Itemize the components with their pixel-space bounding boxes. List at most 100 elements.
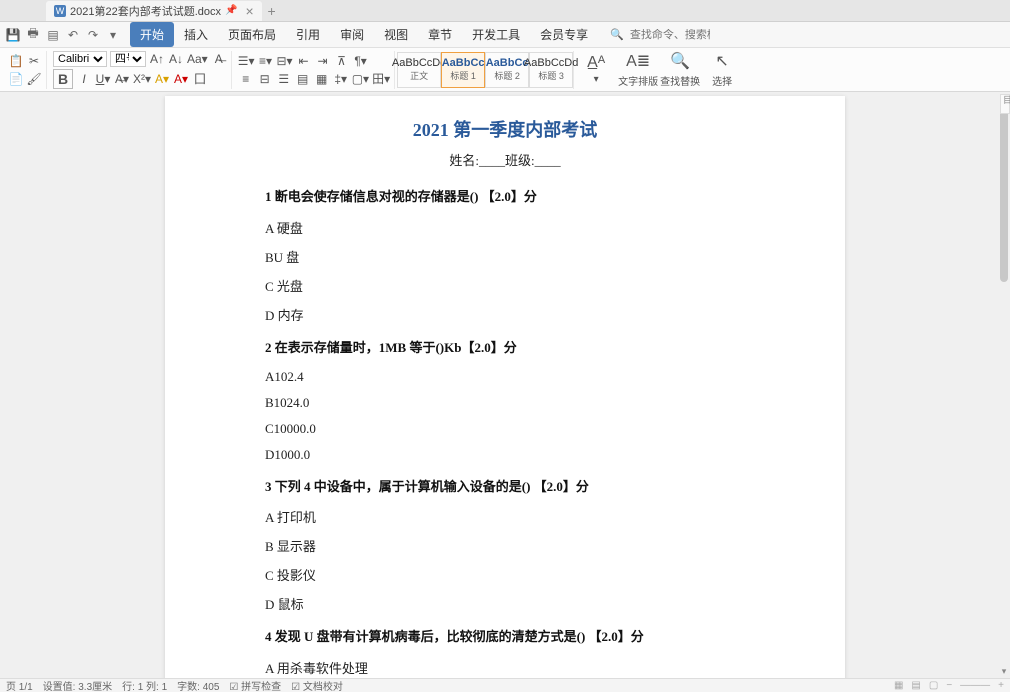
font-size-select[interactable]: 四号: [110, 51, 146, 67]
zoom-slider[interactable]: ———: [960, 680, 990, 691]
status-page[interactable]: 页 1/1: [6, 678, 33, 693]
multilevel-button[interactable]: ⊟▾: [276, 53, 292, 69]
decrease-indent-button[interactable]: ⇤: [296, 53, 312, 69]
question-title[interactable]: 4 发现 U 盘带有计算机病毒后，比较彻底的清楚方式是() 【2.0】分: [265, 627, 745, 648]
strikethrough-button[interactable]: A̶▾: [114, 71, 130, 87]
close-icon[interactable]: ×: [245, 3, 253, 19]
menu-tab-1[interactable]: 插入: [174, 22, 218, 47]
underline-button[interactable]: U▾: [95, 71, 111, 87]
menu-tab-8[interactable]: 会员专享: [530, 22, 598, 47]
align-right-button[interactable]: ☰: [276, 71, 292, 87]
style-1[interactable]: AaBbCc标题 1: [441, 52, 485, 88]
status-spellcheck[interactable]: ☑ 拼写检查: [229, 678, 281, 693]
zoom-out-icon[interactable]: −: [946, 680, 952, 691]
highlight-button[interactable]: A▾: [154, 71, 170, 87]
font-name-select[interactable]: Calibri: [53, 51, 107, 67]
search-input[interactable]: [630, 29, 710, 41]
question-option[interactable]: C 光盘: [265, 276, 745, 295]
document-subtitle[interactable]: 姓名:____班级:____: [265, 150, 745, 169]
scroll-thumb[interactable]: [1000, 102, 1008, 282]
document-area[interactable]: 2021 第一季度内部考试 姓名:____班级:____ 1 断电会使存储信息对…: [0, 92, 1010, 678]
border-button[interactable]: 田▾: [372, 71, 390, 87]
question-option[interactable]: B 显示器: [265, 536, 745, 555]
paste-icon[interactable]: 📋: [8, 53, 24, 69]
copy-icon[interactable]: 📄: [8, 71, 24, 87]
style-2[interactable]: AaBbCc标题 2: [485, 52, 529, 88]
redo-icon[interactable]: ↷: [84, 26, 102, 44]
view-mode-icon[interactable]: ▦: [894, 680, 903, 691]
select-button[interactable]: ↖ 选择: [702, 51, 742, 89]
style-3[interactable]: AaBbCcDd标题 3: [529, 52, 573, 88]
menu-tab-5[interactable]: 视图: [374, 22, 418, 47]
page[interactable]: 2021 第一季度内部考试 姓名:____班级:____ 1 断电会使存储信息对…: [165, 96, 845, 678]
add-tab-button[interactable]: +: [262, 3, 282, 19]
superscript-button[interactable]: X²▾: [133, 71, 151, 87]
cut-icon[interactable]: ✂: [26, 53, 42, 69]
pin-icon[interactable]: 📌: [225, 5, 237, 16]
line-spacing-button[interactable]: ‡▾: [333, 71, 349, 87]
menu-tab-3[interactable]: 引用: [286, 22, 330, 47]
status-doccheck[interactable]: ☑ 文档校对: [291, 678, 343, 693]
cursor-icon: ↖: [715, 51, 728, 71]
align-center-button[interactable]: ⊟: [257, 71, 273, 87]
web-mode-icon[interactable]: ▢: [929, 680, 938, 691]
scroll-down-icon[interactable]: ▾: [998, 666, 1010, 678]
question-option[interactable]: A 打印机: [265, 507, 745, 526]
clear-format-icon[interactable]: A̶: [211, 51, 227, 67]
zoom-in-icon[interactable]: +: [998, 680, 1004, 691]
italic-button[interactable]: I: [76, 71, 92, 87]
status-line[interactable]: 行: 1 列: 1: [122, 678, 167, 693]
grow-font-icon[interactable]: A↑: [149, 51, 165, 67]
distribute-button[interactable]: ▦: [314, 71, 330, 87]
document-tab[interactable]: W 2021第22套内部考试试题.docx 📌 ×: [46, 1, 262, 21]
text-layout-button[interactable]: A≣ 文字排版: [618, 51, 658, 89]
question-title[interactable]: 3 下列 4 中设备中，属于计算机输入设备的是() 【2.0】分: [265, 477, 745, 498]
question-option[interactable]: D 鼠标: [265, 594, 745, 613]
command-search[interactable]: 🔍 查找命令: [610, 28, 710, 41]
justify-button[interactable]: ▤: [295, 71, 311, 87]
reading-mode-icon[interactable]: ▤: [911, 680, 920, 691]
question-title[interactable]: 2 在表示存储量时，1MB 等于()Kb【2.0】分: [265, 338, 745, 359]
style-0[interactable]: AaBbCcDd正文: [397, 52, 441, 88]
find-replace-button[interactable]: 🔍 查找替换: [660, 51, 700, 89]
menu-tab-6[interactable]: 章节: [418, 22, 462, 47]
increase-indent-button[interactable]: ⇥: [315, 53, 331, 69]
vertical-scrollbar[interactable]: ▴ ▾: [998, 92, 1010, 678]
question-option[interactable]: B1024.0: [265, 395, 745, 411]
question-option[interactable]: BU 盘: [265, 247, 745, 266]
question-option[interactable]: D1000.0: [265, 447, 745, 463]
sort-button[interactable]: ⊼: [334, 53, 350, 69]
preview-icon[interactable]: ▤: [44, 26, 62, 44]
dropdown-icon[interactable]: ▾: [104, 26, 122, 44]
bullets-button[interactable]: ☰▾: [238, 53, 255, 69]
print-icon[interactable]: 🖶: [24, 26, 42, 44]
question-option[interactable]: C 投影仪: [265, 565, 745, 584]
question-option[interactable]: D 内存: [265, 305, 745, 324]
menu-tab-2[interactable]: 页面布局: [218, 22, 286, 47]
question-title[interactable]: 1 断电会使存储信息对视的存储器是() 【2.0】分: [265, 187, 745, 208]
menu-tab-0[interactable]: 开始: [130, 22, 174, 47]
align-left-button[interactable]: ≡: [238, 71, 254, 87]
question-option[interactable]: C10000.0: [265, 421, 745, 437]
question-option[interactable]: A 硬盘: [265, 218, 745, 237]
save-icon[interactable]: 💾: [4, 26, 22, 44]
style-menu-button[interactable]: A̲ᴬ ▾: [576, 51, 616, 89]
change-case-icon[interactable]: Aa▾: [187, 51, 208, 67]
format-painter-icon[interactable]: 🖌: [26, 71, 42, 87]
side-panel-tab[interactable]: 目: [1000, 94, 1010, 114]
menu-tab-7[interactable]: 开发工具: [462, 22, 530, 47]
status-chars[interactable]: 字数: 405: [177, 678, 219, 693]
question-option[interactable]: A102.4: [265, 369, 745, 385]
shrink-font-icon[interactable]: A↓: [168, 51, 184, 67]
show-marks-button[interactable]: ¶▾: [353, 53, 369, 69]
question-option[interactable]: A 用杀毒软件处理: [265, 658, 745, 677]
char-border-button[interactable]: 囗: [192, 71, 208, 87]
menu-tab-4[interactable]: 审阅: [330, 22, 374, 47]
bold-button[interactable]: B: [53, 69, 73, 89]
document-title[interactable]: 2021 第一季度内部考试: [265, 116, 745, 142]
numbering-button[interactable]: ≡▾: [257, 53, 273, 69]
shading-button[interactable]: ▢▾: [352, 71, 369, 87]
font-color-button[interactable]: A▾: [173, 71, 189, 87]
undo-icon[interactable]: ↶: [64, 26, 82, 44]
status-margin[interactable]: 设置值: 3.3厘米: [43, 678, 112, 693]
